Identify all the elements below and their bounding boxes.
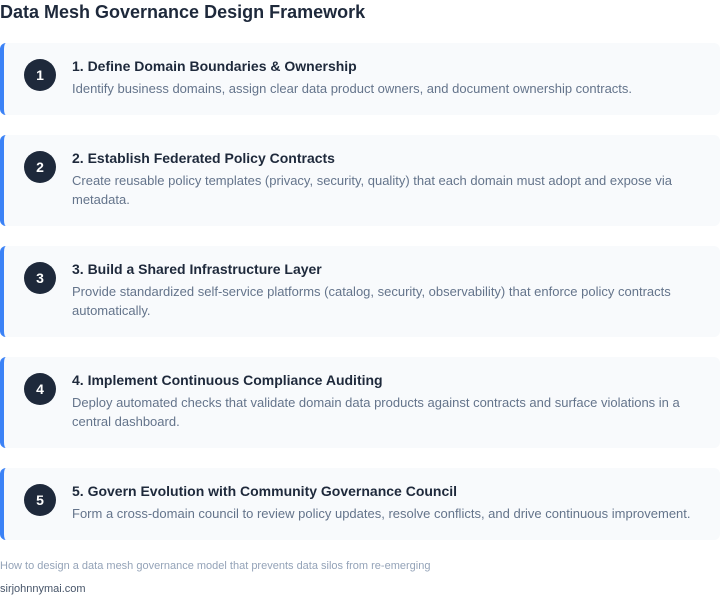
caption: How to design a data mesh governance mod… (0, 560, 431, 572)
step-card-4: 4 4. Implement Continuous Compliance Aud… (0, 357, 720, 448)
step-body: 3. Build a Shared Infrastructure Layer P… (72, 260, 700, 320)
step-description: Form a cross-domain council to review po… (72, 506, 691, 521)
step-card-5: 5 5. Govern Evolution with Community Gov… (0, 468, 720, 540)
step-body: 1. Define Domain Boundaries & Ownership … (72, 57, 700, 98)
step-description: Identify business domains, assign clear … (72, 81, 633, 96)
source-credit: sirjohnnymai.com (0, 583, 86, 595)
step-description: Provide standardized self-service platfo… (72, 284, 671, 318)
step-title: 3. Build a Shared Infrastructure Layer (72, 261, 322, 277)
step-title: 4. Implement Continuous Compliance Audit… (72, 372, 383, 388)
step-number-badge: 1 (24, 59, 56, 91)
step-card-2: 2 2. Establish Federated Policy Contract… (0, 135, 720, 226)
step-number-badge: 4 (24, 373, 56, 405)
step-number-badge: 2 (24, 151, 56, 183)
page-title: Data Mesh Governance Design Framework (0, 2, 366, 22)
step-title: 1. Define Domain Boundaries & Ownership (72, 58, 357, 74)
step-body: 4. Implement Continuous Compliance Audit… (72, 371, 700, 431)
step-body: 5. Govern Evolution with Community Gover… (72, 482, 700, 523)
step-card-1: 1 1. Define Domain Boundaries & Ownershi… (0, 43, 720, 115)
step-description: Deploy automated checks that validate do… (72, 395, 680, 429)
step-title: 2. Establish Federated Policy Contracts (72, 150, 335, 166)
step-title: 5. Govern Evolution with Community Gover… (72, 483, 458, 499)
step-number-badge: 5 (24, 484, 56, 516)
step-description: Create reusable policy templates (privac… (72, 173, 672, 207)
page: Data Mesh Governance Design Framework 1 … (0, 0, 720, 595)
step-body: 2. Establish Federated Policy Contracts … (72, 149, 700, 209)
step-number-badge: 3 (24, 262, 56, 294)
step-card-3: 3 3. Build a Shared Infrastructure Layer… (0, 246, 720, 337)
